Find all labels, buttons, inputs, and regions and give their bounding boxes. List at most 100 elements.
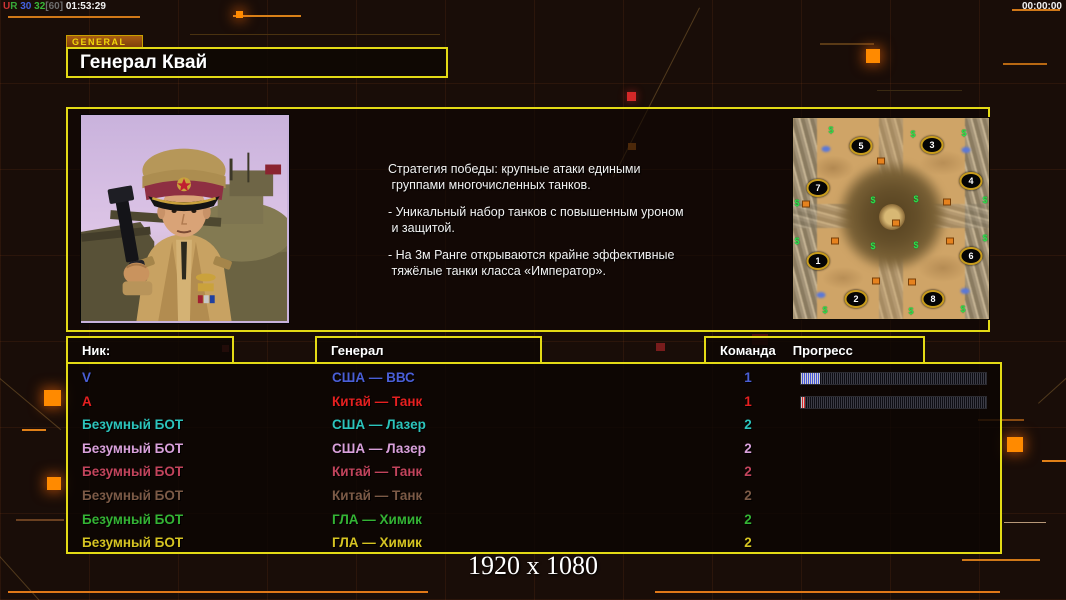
header-nick: Ник: (66, 336, 234, 364)
strategy-line: - На 3м Ранге открываются крайне эффекти… (388, 248, 675, 262)
header-general: Генерал (315, 336, 542, 364)
player-row: V США — ВВС 1 (68, 366, 1000, 389)
player-nick: V (82, 370, 92, 385)
player-team: 2 (744, 417, 752, 433)
player-team: 2 (744, 440, 752, 456)
player-general: США — Лазер (332, 440, 426, 456)
header-general-label: Генерал (331, 342, 384, 358)
decor-line (8, 591, 428, 593)
minimap: $ $ $ $ $ $ $ $ $ $ $ $ $ $1 2 3 4 5 6 7 8 (792, 117, 990, 320)
strategy-line: - Уникальный набор танков с повышенным у… (388, 205, 684, 219)
start-position-badge: 2 (844, 290, 868, 308)
player-team: 2 (744, 488, 752, 503)
match-timer: 00:00:00 (1021, 1, 1062, 12)
decor-square (1007, 437, 1023, 452)
decor-line (16, 519, 64, 521)
water-marker (821, 146, 831, 152)
decor-square (866, 49, 880, 63)
header-team-label: Команда (720, 342, 776, 358)
header-nick-label: Ник: (82, 342, 111, 358)
start-position-badge: 6 (959, 247, 983, 265)
player-row: Безумный БОТ Китай — Танк 2 (68, 484, 1000, 507)
supply-marker (946, 237, 954, 245)
start-position-badge: 4 (959, 172, 983, 190)
money-marker: $ (822, 305, 828, 315)
decor-line (190, 34, 440, 35)
progress-fill (801, 396, 805, 408)
decor-line (1003, 63, 1047, 65)
player-nick: Безумный БОТ (82, 511, 184, 527)
player-row: Безумный БОТ ГЛА — Химик 2 (68, 508, 1000, 531)
player-general: США — Лазер (332, 417, 426, 433)
player-row: A Китай — Танк 1 (68, 390, 1000, 413)
money-marker: $ (870, 241, 876, 251)
supply-marker (943, 198, 951, 206)
progress-fill (801, 373, 820, 384)
supply-marker (872, 277, 880, 285)
money-marker: $ (913, 240, 919, 250)
player-general: Китай — Танк (332, 393, 423, 409)
general-info-panel: Стратегия победы: крупные атаки едиными … (66, 107, 990, 332)
portrait-image (81, 115, 289, 321)
strategy-line: тяжёлые танки класса «Император». (388, 264, 606, 278)
water-marker (961, 147, 971, 153)
progress-bar (800, 372, 987, 385)
player-table: V США — ВВС 1 A Китай — Танк 1 Безумный БОТ США… (66, 362, 1002, 554)
decor-square (656, 343, 665, 351)
perf-part: 32 (31, 1, 46, 12)
decor-line (233, 15, 301, 17)
money-marker: $ (870, 195, 876, 205)
player-nick: Безумный БОТ (82, 488, 184, 503)
start-position-badge: 7 (806, 179, 830, 197)
start-position-badge: 3 (920, 136, 944, 154)
player-nick: Безумный БОТ (82, 464, 184, 480)
decor-square (627, 92, 636, 101)
player-team: 1 (744, 370, 752, 385)
money-marker: $ (794, 198, 800, 208)
money-marker: $ (961, 128, 967, 138)
decor-line (22, 429, 46, 431)
player-nick: Безумный БОТ (82, 440, 184, 456)
perf-part: 01:53:29 (63, 1, 106, 12)
start-position-badge: 8 (921, 290, 945, 308)
supply-marker (908, 278, 916, 286)
decor-diagonal (1038, 376, 1066, 404)
player-nick: Безумный БОТ (82, 417, 184, 433)
player-team: 2 (744, 464, 752, 480)
money-marker: $ (982, 233, 988, 243)
decor-line (877, 90, 962, 91)
strategy-spacer (388, 193, 723, 204)
resolution-label: 1920 x 1080 (468, 551, 598, 580)
decor-line (655, 591, 1000, 593)
decor-square (44, 390, 61, 406)
supply-marker (877, 157, 885, 165)
money-marker: $ (794, 236, 800, 246)
player-general: ГЛА — Химик (332, 511, 422, 527)
money-marker: $ (982, 195, 988, 205)
water-marker (816, 292, 826, 298)
general-name-box: Генерал Квай (66, 47, 448, 78)
strategy-line: и защитой. (388, 221, 455, 235)
perf-part: [60] (45, 1, 64, 12)
money-marker: $ (908, 306, 914, 316)
decor-square (236, 11, 243, 18)
supply-marker (802, 200, 810, 208)
start-position-badge: 1 (806, 252, 830, 270)
header-progress-label: Прогресс (792, 342, 853, 358)
player-general: Китай — Танк (332, 488, 423, 503)
supply-marker (892, 219, 900, 227)
supply-marker (831, 237, 839, 245)
money-marker: $ (960, 304, 966, 314)
general-portrait (80, 114, 290, 324)
start-position-badge: 5 (849, 137, 873, 155)
decor-line (1042, 460, 1066, 462)
perf-readout: UR 30 32[60] 01:53:29 (3, 1, 106, 12)
player-general: Китай — Танк (332, 464, 423, 480)
perf-part: 30 (17, 1, 32, 12)
player-general: США — ВВС (332, 370, 415, 385)
money-marker: $ (910, 129, 916, 139)
player-row: Безумный БОТ США — Лазер 2 (68, 437, 1000, 460)
header-team-progress: Команда Прогресс (704, 336, 925, 364)
decor-square (47, 477, 61, 490)
decor-line (820, 43, 874, 45)
